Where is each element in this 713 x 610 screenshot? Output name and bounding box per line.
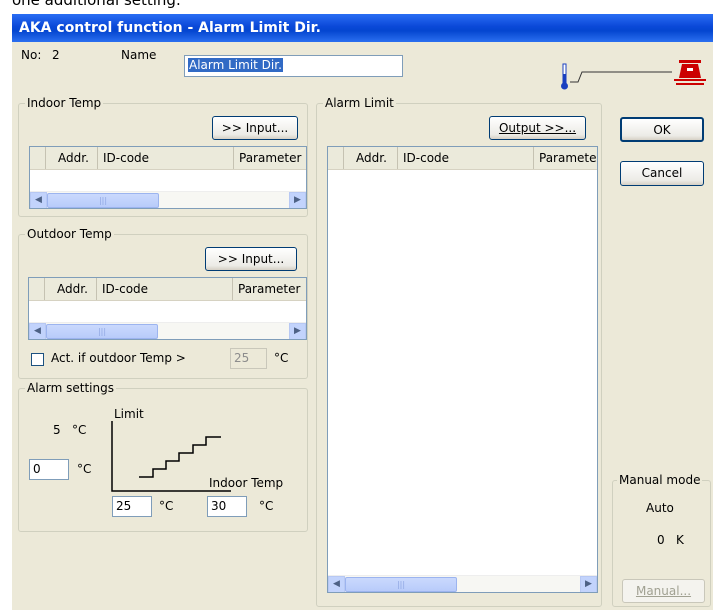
- page-caption: one additional setting.: [12, 0, 181, 9]
- scroll-right-icon[interactable]: ▶: [289, 323, 306, 339]
- output-button[interactable]: Output >>...: [489, 116, 586, 140]
- alarm-left-unit: °C: [77, 462, 92, 476]
- alarm-a-field[interactable]: 25: [112, 496, 152, 517]
- manual-button-label: Manual...: [635, 584, 692, 598]
- outdoor-input-label: >> Input...: [217, 252, 285, 266]
- act-outdoor-checkbox[interactable]: [31, 353, 44, 366]
- outdoor-list-header: Addr. ID-code Parameter: [29, 278, 306, 301]
- indoor-col-id[interactable]: ID-code: [98, 147, 234, 169]
- alarm-limit-group: Alarm Limit Output >>... Addr. ID-code P…: [316, 96, 602, 607]
- indoor-input-label: >> Input...: [221, 121, 289, 135]
- manual-mode-state: Auto: [646, 501, 674, 515]
- alarm-col-param[interactable]: Paramete: [534, 147, 597, 169]
- window-title: AKA control function - Alarm Limit Dir.: [19, 20, 321, 36]
- act-outdoor-field[interactable]: 25: [230, 348, 267, 369]
- dialog-window: AKA control function - Alarm Limit Dir. …: [12, 14, 713, 610]
- cancel-button[interactable]: Cancel: [620, 161, 704, 186]
- alarm-col-addr[interactable]: Addr.: [344, 147, 398, 169]
- alarm-a-unit: °C: [159, 499, 174, 513]
- alarm-limit-list[interactable]: Addr. ID-code Paramete ◀ ||| ▶: [327, 146, 598, 593]
- indoor-temp-axis-label: Indoor Temp: [209, 476, 284, 490]
- outdoor-col-id[interactable]: ID-code: [97, 278, 233, 300]
- alarm-limit-title: Alarm Limit: [323, 96, 396, 110]
- outdoor-col-select[interactable]: [29, 278, 45, 300]
- alarm-left-field[interactable]: 0: [29, 459, 69, 480]
- outdoor-hscrollbar[interactable]: ◀ ||| ▶: [29, 322, 306, 339]
- scroll-right-icon[interactable]: ▶: [580, 576, 597, 592]
- indoor-list[interactable]: Addr. ID-code Parameter ◀ ||| ▶: [29, 146, 307, 209]
- act-outdoor-label: Act. if outdoor Temp >: [51, 351, 186, 365]
- manual-mode-value: 0: [657, 533, 665, 547]
- title-bar[interactable]: AKA control function - Alarm Limit Dir.: [12, 14, 713, 42]
- act-outdoor-unit: °C: [274, 351, 289, 365]
- manual-mode-group: Manual mode Auto 0 K Manual...: [612, 473, 711, 607]
- indoor-temp-group: Indoor Temp >> Input... Addr. ID-code Pa…: [18, 96, 308, 217]
- name-field-value: Alarm Limit Dir.: [188, 58, 283, 72]
- indoor-col-param[interactable]: Parameter: [234, 147, 306, 169]
- manual-mode-unit: K: [676, 533, 684, 547]
- indoor-temp-title: Indoor Temp: [25, 96, 104, 110]
- alarm-value-top: 5: [53, 423, 61, 437]
- ok-button[interactable]: OK: [620, 117, 704, 142]
- no-value: 2: [52, 48, 60, 62]
- alarm-limit-hscrollbar[interactable]: ◀ ||| ▶: [328, 575, 597, 592]
- thermometer-bell-icon: [561, 60, 706, 90]
- outdoor-temp-title: Outdoor Temp: [25, 227, 114, 241]
- outdoor-input-button[interactable]: >> Input...: [205, 247, 297, 271]
- limit-label: Limit: [114, 407, 144, 421]
- alarm-settings-group: Alarm settings 5 °C 0 °C Limit Indoor Te…: [18, 381, 308, 532]
- indoor-col-select[interactable]: [30, 147, 46, 169]
- alarm-settings-title: Alarm settings: [25, 381, 116, 395]
- outdoor-col-addr[interactable]: Addr.: [45, 278, 97, 300]
- scroll-thumb[interactable]: |||: [345, 577, 457, 592]
- manual-mode-title: Manual mode: [617, 473, 703, 487]
- alarm-unit-top: °C: [72, 423, 87, 437]
- output-button-label: Output >>...: [498, 121, 577, 135]
- scroll-left-icon[interactable]: ◀: [29, 323, 46, 339]
- outdoor-col-param[interactable]: Parameter: [233, 278, 306, 300]
- alarm-col-id[interactable]: ID-code: [398, 147, 534, 169]
- outdoor-temp-group: Outdoor Temp >> Input... Addr. ID-code P…: [18, 227, 308, 379]
- scroll-left-icon[interactable]: ◀: [30, 192, 47, 208]
- alarm-b-unit: °C: [259, 499, 274, 513]
- scroll-thumb[interactable]: |||: [47, 193, 159, 208]
- scroll-left-icon[interactable]: ◀: [328, 576, 345, 592]
- cancel-button-label: Cancel: [641, 166, 683, 180]
- no-label: No:: [21, 48, 42, 62]
- scroll-right-icon[interactable]: ▶: [289, 192, 306, 208]
- alarm-limit-list-header: Addr. ID-code Paramete: [328, 147, 597, 170]
- manual-button[interactable]: Manual...: [622, 579, 705, 603]
- indoor-list-header: Addr. ID-code Parameter: [30, 147, 306, 170]
- alarm-col-select[interactable]: [328, 147, 344, 169]
- alarm-b-field[interactable]: 30: [207, 496, 247, 517]
- ok-button-label: OK: [653, 123, 671, 137]
- indoor-input-button[interactable]: >> Input...: [212, 116, 298, 140]
- indoor-hscrollbar[interactable]: ◀ ||| ▶: [30, 191, 306, 208]
- name-field[interactable]: Alarm Limit Dir.: [184, 55, 403, 77]
- scroll-thumb[interactable]: |||: [46, 324, 158, 339]
- outdoor-list[interactable]: Addr. ID-code Parameter ◀ ||| ▶: [28, 277, 307, 340]
- indoor-col-addr[interactable]: Addr.: [46, 147, 98, 169]
- name-label: Name: [121, 48, 157, 62]
